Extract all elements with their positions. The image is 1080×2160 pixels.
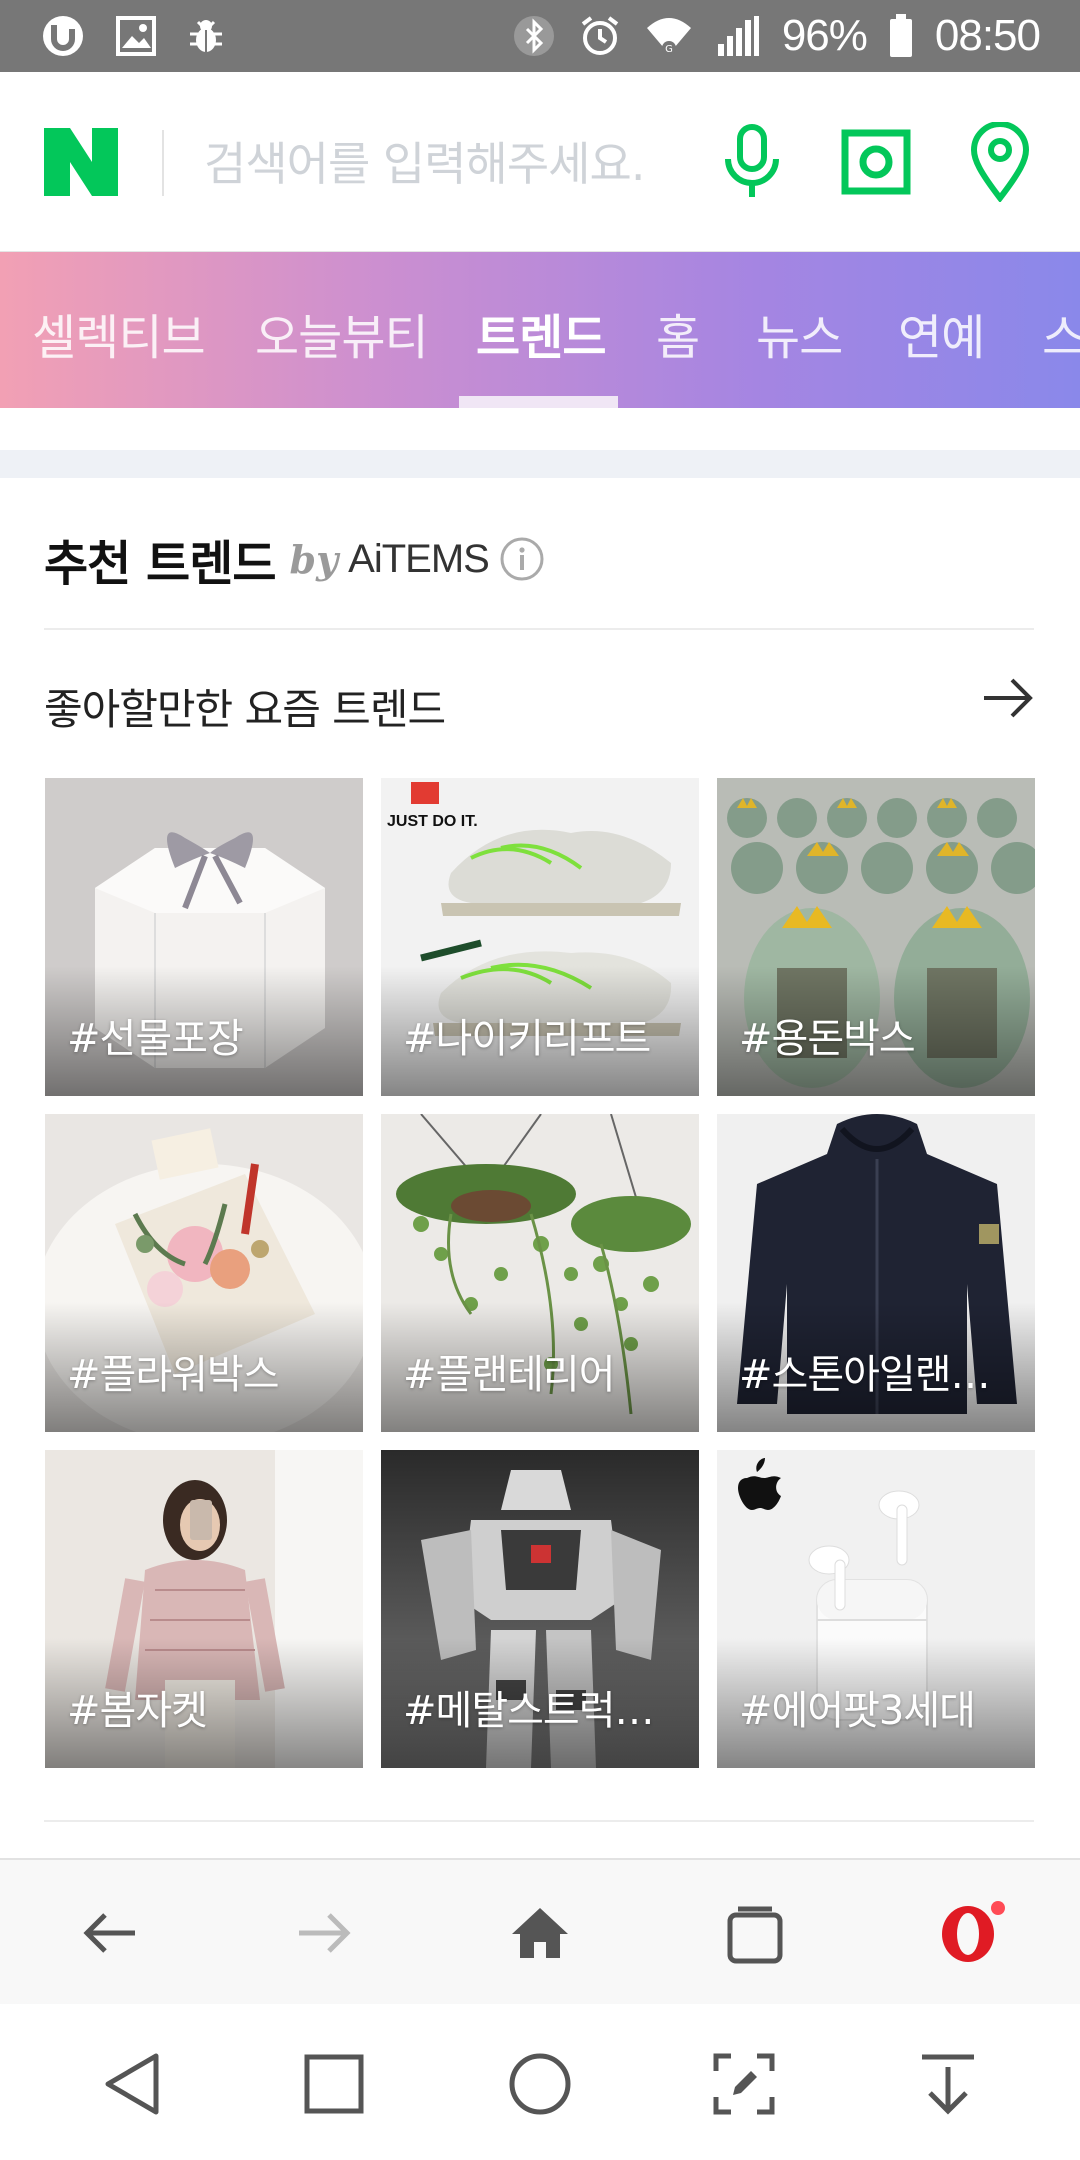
battery-icon (889, 14, 913, 58)
trend-tile[interactable]: #용돈박스 (717, 778, 1035, 1096)
camera-lens-icon[interactable] (834, 120, 918, 204)
trend-tag: #스톤아일랜드후드 (739, 1352, 1013, 1398)
back-triangle-icon[interactable] (94, 2046, 170, 2122)
opera-icon[interactable] (938, 1898, 1008, 1968)
trend-tag: #메탈스트럭쳐건담 (403, 1688, 677, 1734)
bug-icon (186, 16, 226, 56)
trend-tile[interactable]: #스톤아일랜드후드 (717, 1114, 1035, 1432)
recents-square-icon[interactable] (296, 2046, 372, 2122)
arrow-right-icon[interactable] (980, 670, 1036, 726)
card-bottom-divider (44, 1820, 1034, 1822)
trend-tile[interactable]: #플랜테리어 (381, 1114, 699, 1432)
trend-tile[interactable]: #선물포장 (45, 778, 363, 1096)
bluetooth-icon (512, 14, 556, 58)
download-arrow-icon[interactable] (910, 2046, 986, 2122)
microphone-icon[interactable] (710, 120, 794, 204)
browser-toolbar (0, 1858, 1080, 2004)
trend-tag: #나이키리프트 (403, 1016, 651, 1062)
just-do-it-caption: JUST DO IT. (387, 813, 478, 830)
search-divider (162, 130, 164, 196)
alarm-icon (578, 14, 622, 58)
trend-tag: #에어팟3세대 (739, 1688, 976, 1734)
system-nav-bar (0, 2004, 1080, 2160)
wifi-icon: G (644, 14, 694, 58)
trend-tile[interactable]: #플라워박스 (45, 1114, 363, 1432)
tab-home[interactable]: 홈 (656, 298, 700, 368)
notification-u-icon (40, 13, 86, 59)
gallery-icon (116, 16, 156, 56)
location-pin-icon[interactable] (958, 120, 1042, 204)
capture-edit-icon[interactable] (706, 2046, 782, 2122)
signal-icon (716, 14, 760, 58)
search-header (0, 72, 1080, 252)
category-tab-bar: 셀렉티브 오늘뷰티 트렌드 홈 뉴스 연예 스 (0, 252, 1080, 408)
forward-arrow-icon[interactable] (290, 1898, 360, 1968)
trend-tile[interactable]: #봄자켓 (45, 1450, 363, 1768)
trend-tag: #플랜테리어 (403, 1352, 616, 1398)
trend-tile[interactable]: JUST DO IT. #나이키리프트 (381, 778, 699, 1096)
info-icon[interactable] (499, 536, 545, 582)
search-input[interactable] (204, 132, 694, 196)
tabs-icon[interactable] (720, 1898, 790, 1968)
card-title: 추천 트렌드 by AiTEMS (44, 524, 545, 594)
tab-sports[interactable]: 스 (1042, 298, 1080, 368)
tab-news[interactable]: 뉴스 (756, 298, 843, 368)
back-arrow-icon[interactable] (74, 1898, 144, 1968)
battery-percent: 96% (781, 11, 868, 60)
home-icon[interactable] (505, 1898, 575, 1968)
svg-text:G: G (665, 44, 673, 55)
trend-tile[interactable]: #에어팟3세대 (717, 1450, 1035, 1768)
trend-tile[interactable]: #메탈스트럭쳐건담 (381, 1450, 699, 1768)
tab-selective[interactable]: 셀렉티브 (32, 298, 206, 368)
tab-today-beauty[interactable]: 오늘뷰티 (255, 298, 429, 368)
tab-trend[interactable]: 트렌드 (476, 298, 606, 368)
clock: 08:50 (934, 11, 1041, 60)
active-tab-indicator (459, 396, 618, 408)
trend-subheading[interactable]: 좋아할만한 요즘 트렌드 (44, 676, 446, 737)
status-bar: G 96% 08:50 (0, 0, 1080, 72)
trend-tag: #용돈박스 (739, 1016, 916, 1062)
card-divider (44, 628, 1034, 630)
trend-tag: #봄자켓 (67, 1688, 208, 1734)
aitems-brand: AiTEMS (348, 536, 490, 581)
home-circle-icon[interactable] (502, 2046, 578, 2122)
card-title-text: 추천 트렌드 (44, 536, 277, 592)
trend-tag: #선물포장 (67, 1016, 244, 1062)
naver-logo[interactable] (44, 128, 118, 196)
app-root: G 96% 08:50 셀렉티브 오늘뷰티 (0, 0, 1080, 2160)
card-title-by: by (289, 536, 339, 582)
tab-entertainment[interactable]: 연예 (898, 298, 985, 368)
trend-tag: #플라워박스 (67, 1352, 280, 1398)
section-gap (0, 450, 1080, 478)
